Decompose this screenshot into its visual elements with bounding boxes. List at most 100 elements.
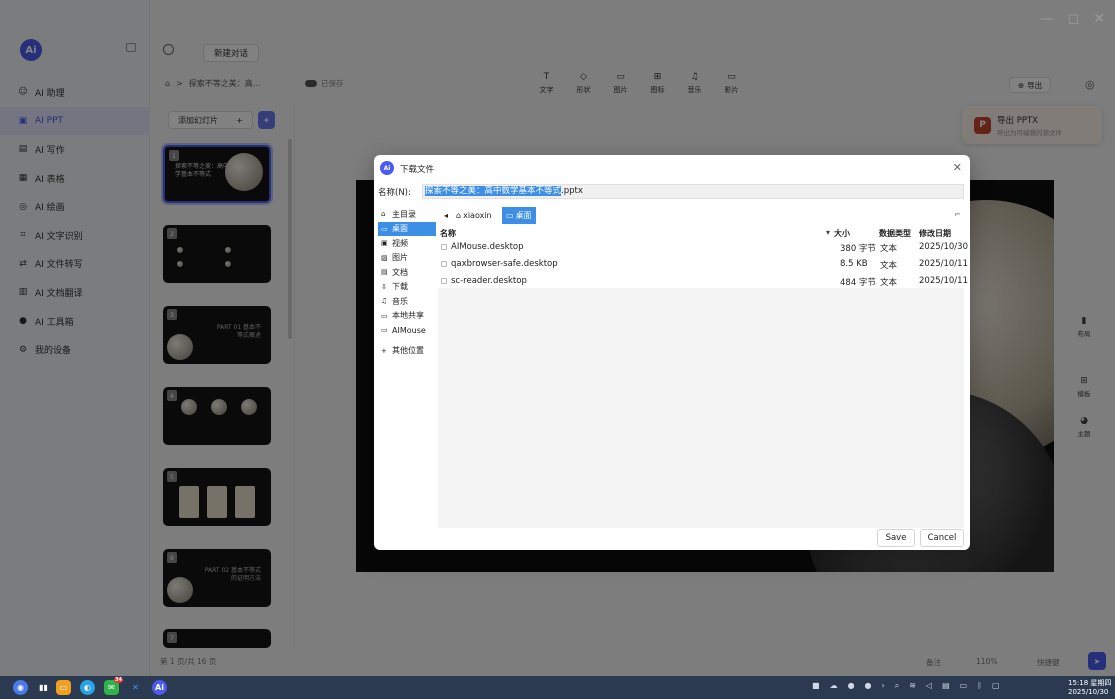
video-icon: ▣ bbox=[381, 239, 388, 248]
place-videos[interactable]: ▣ 视频 bbox=[378, 236, 436, 251]
file-size: 8.5 KB bbox=[840, 259, 868, 269]
file-date: 2025/10/30 bbox=[919, 242, 968, 252]
home-icon: ⌂ bbox=[381, 210, 386, 219]
place-label: 本地共享 bbox=[392, 311, 424, 321]
place-pictures[interactable]: ▨ 图片 bbox=[378, 251, 436, 266]
path-back-icon[interactable]: ◂ bbox=[440, 207, 452, 224]
music-icon: ♫ bbox=[381, 297, 388, 306]
path-segment-desktop[interactable]: ▭ 桌面 bbox=[502, 207, 536, 224]
filename-input[interactable]: 探索不等之美：高中数学基本不等式.pptx bbox=[422, 184, 964, 199]
wifi-icon[interactable]: ≋ bbox=[909, 681, 916, 691]
file-size: 484 字节 bbox=[840, 278, 876, 288]
place-label: 视频 bbox=[392, 238, 408, 248]
folder-icon: ▭ bbox=[506, 211, 514, 220]
filename-extension: .pptx bbox=[561, 186, 583, 196]
file-row[interactable]: AIMouse.desktop 380 字节 文本 2025/10/30 bbox=[438, 240, 968, 256]
code-editor-icon[interactable]: ✕ bbox=[128, 680, 143, 695]
place-music[interactable]: ♫ 音乐 bbox=[378, 294, 436, 309]
app-logo: Ai bbox=[380, 161, 394, 175]
desktop-icon: ▭ bbox=[381, 224, 388, 233]
place-label: 图片 bbox=[392, 253, 408, 263]
place-aimouse[interactable]: ▭ AIMouse bbox=[378, 323, 436, 338]
keyboard-icon[interactable]: ▤ bbox=[942, 681, 950, 691]
place-label: 音乐 bbox=[392, 296, 408, 306]
chevron-right-icon[interactable]: › bbox=[882, 681, 885, 691]
places-sidebar: ⌂ 主目录 ▭ 桌面 ▣ 视频 ▨ 图片 ▤ 文档 ⇩ 下载 ♫ 音乐 ▭ 本地共享 ▭ AIMo… bbox=[378, 207, 436, 358]
close-icon[interactable]: ✕ bbox=[953, 161, 962, 174]
dialog-title: 下载文件 bbox=[400, 165, 435, 175]
place-local-share[interactable]: ▭ 本地共享 bbox=[378, 309, 436, 324]
path-label: 桌面 bbox=[515, 211, 532, 220]
system-tray: ■ ☁ ● ● › ⌕ ≋ ◁ ▤ ▭ ᛒ ▢ bbox=[812, 681, 1000, 691]
drive-icon: ▭ bbox=[381, 326, 388, 335]
place-label: AIMouse bbox=[392, 325, 426, 335]
file-type: 文本 bbox=[880, 244, 898, 254]
tray-app-icon[interactable]: ● bbox=[848, 681, 855, 691]
tray-app-icon[interactable]: ■ bbox=[812, 681, 820, 691]
file-name: AIMouse.desktop bbox=[441, 242, 524, 252]
column-header-date[interactable]: 修改日期 bbox=[919, 228, 951, 239]
place-label: 桌面 bbox=[392, 224, 408, 234]
file-row[interactable]: qaxbrowser-safe.desktop 8.5 KB 文本 2025/1… bbox=[438, 257, 968, 273]
new-folder-icon[interactable]: ⌐ bbox=[954, 210, 961, 219]
file-manager-icon[interactable]: ▭ bbox=[56, 680, 71, 695]
place-desktop[interactable]: ▭ 桌面 bbox=[378, 221, 436, 236]
save-button[interactable]: Save bbox=[877, 529, 915, 547]
clock[interactable]: 15:18 星期四 2025/10/30 bbox=[1068, 679, 1111, 697]
ai-app-icon[interactable]: Ai bbox=[152, 680, 167, 695]
place-label: 文档 bbox=[392, 267, 408, 277]
file-type: 文本 bbox=[880, 278, 898, 288]
column-header-name[interactable]: 名称 bbox=[440, 228, 456, 239]
file-row[interactable]: sc-reader.desktop 484 字节 文本 2025/10/11 bbox=[438, 274, 968, 290]
volume-icon[interactable]: ◁ bbox=[926, 681, 932, 691]
download-file-dialog: Ai 下载文件 ✕ 名称(N): 探索不等之美：高中数学基本不等式.pptx ⌂… bbox=[374, 155, 970, 550]
column-header-size[interactable]: 大小 bbox=[834, 228, 850, 239]
window-controls: — ◻ ✕ bbox=[1040, 11, 1105, 27]
app-window: — ◻ ✕ Ai ☺ AI 助理 ▣ AI PPT ▤ AI 写作 ▦ AI 表格 ◎ A… bbox=[0, 0, 1115, 676]
launcher-icon[interactable]: ◉ bbox=[13, 680, 28, 695]
maximize-icon[interactable]: ◻ bbox=[1068, 11, 1080, 27]
clock-time: 15:18 星期四 bbox=[1068, 679, 1112, 687]
place-label: 下载 bbox=[392, 282, 408, 292]
file-list: 名称 ▾ 大小 数据类型 修改日期 AIMouse.desktop 380 字节… bbox=[438, 226, 968, 290]
path-segment-home[interactable]: ⌂ xiaoxin bbox=[452, 207, 496, 224]
close-icon[interactable]: ✕ bbox=[1093, 11, 1105, 27]
file-icon bbox=[441, 243, 447, 250]
cancel-button[interactable]: Cancel bbox=[920, 529, 964, 547]
place-other-locations[interactable]: + 其他位置 bbox=[378, 344, 436, 359]
battery-icon[interactable]: ▭ bbox=[960, 681, 968, 691]
download-icon: ⇩ bbox=[381, 282, 387, 291]
browser-icon[interactable]: ◐ bbox=[80, 680, 95, 695]
place-label: 主目录 bbox=[392, 209, 416, 219]
file-list-empty-area[interactable] bbox=[438, 288, 964, 528]
tray-app-icon[interactable]: ● bbox=[865, 681, 872, 691]
file-name-text: sc-reader.desktop bbox=[451, 276, 527, 286]
multitask-icon[interactable]: ▮▮ bbox=[36, 680, 51, 695]
place-downloads[interactable]: ⇩ 下载 bbox=[378, 280, 436, 295]
folder-icon: ▭ bbox=[381, 311, 388, 320]
clock-date: 2025/10/30 bbox=[1068, 688, 1109, 696]
file-name-text: qaxbrowser-safe.desktop bbox=[451, 259, 558, 269]
image-icon: ▨ bbox=[381, 253, 388, 262]
column-header-type[interactable]: 数据类型 bbox=[879, 228, 911, 239]
search-icon[interactable]: ⌕ bbox=[895, 681, 899, 691]
weather-icon[interactable]: ☁ bbox=[830, 681, 838, 691]
filename-label: 名称(N): bbox=[378, 188, 411, 198]
minimize-icon[interactable]: — bbox=[1040, 11, 1054, 27]
file-name: qaxbrowser-safe.desktop bbox=[441, 259, 558, 269]
chat-app-icon[interactable]: 34 ✉ bbox=[104, 677, 123, 695]
file-icon bbox=[441, 260, 447, 267]
place-documents[interactable]: ▤ 文档 bbox=[378, 265, 436, 280]
taskbar: ◉ ▮▮ ▭ ◐ 34 ✉ ✕ Ai ■ ☁ ● ● › ⌕ ≋ ◁ ▤ ▭ ᛒ … bbox=[0, 676, 1115, 699]
file-name: sc-reader.desktop bbox=[441, 276, 527, 286]
place-home[interactable]: ⌂ 主目录 bbox=[378, 207, 436, 222]
notification-icon[interactable]: ▢ bbox=[992, 681, 1000, 691]
bluetooth-icon[interactable]: ᛒ bbox=[977, 681, 982, 691]
home-icon: ⌂ bbox=[456, 211, 462, 220]
file-name-text: AIMouse.desktop bbox=[451, 242, 524, 252]
path-bar: ◂ ⌂ xiaoxin ▭ 桌面 ⌐ bbox=[440, 207, 965, 224]
path-label: xiaoxin bbox=[463, 211, 492, 220]
document-icon: ▤ bbox=[381, 268, 388, 277]
file-icon bbox=[441, 277, 447, 284]
file-type: 文本 bbox=[880, 261, 898, 271]
